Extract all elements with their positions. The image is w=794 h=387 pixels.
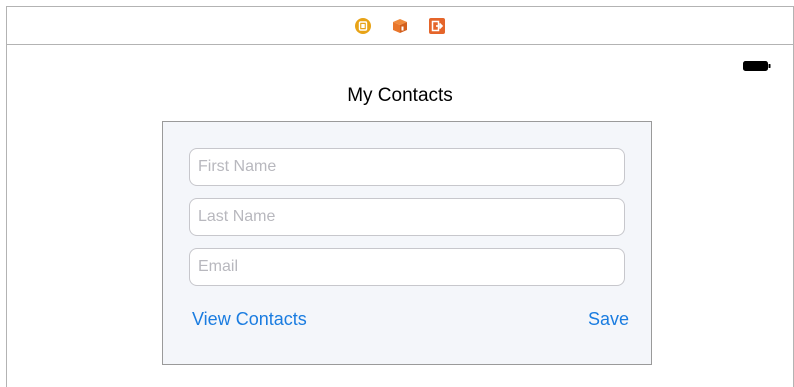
exit-icon[interactable] xyxy=(429,17,445,34)
scene-frame: My Contacts View Contacts Save xyxy=(6,6,794,387)
first-name-field[interactable] xyxy=(189,148,625,186)
view-controller-icon[interactable] xyxy=(355,17,371,34)
scene-dock xyxy=(7,7,793,45)
contact-form: View Contacts Save xyxy=(162,121,652,365)
first-responder-icon[interactable] xyxy=(392,18,408,34)
last-name-field[interactable] xyxy=(189,198,625,236)
battery-icon xyxy=(743,58,771,71)
save-button[interactable]: Save xyxy=(588,309,629,330)
view-contacts-button[interactable]: View Contacts xyxy=(192,309,307,330)
page-title: My Contacts xyxy=(347,85,453,106)
email-field[interactable] xyxy=(189,248,625,286)
